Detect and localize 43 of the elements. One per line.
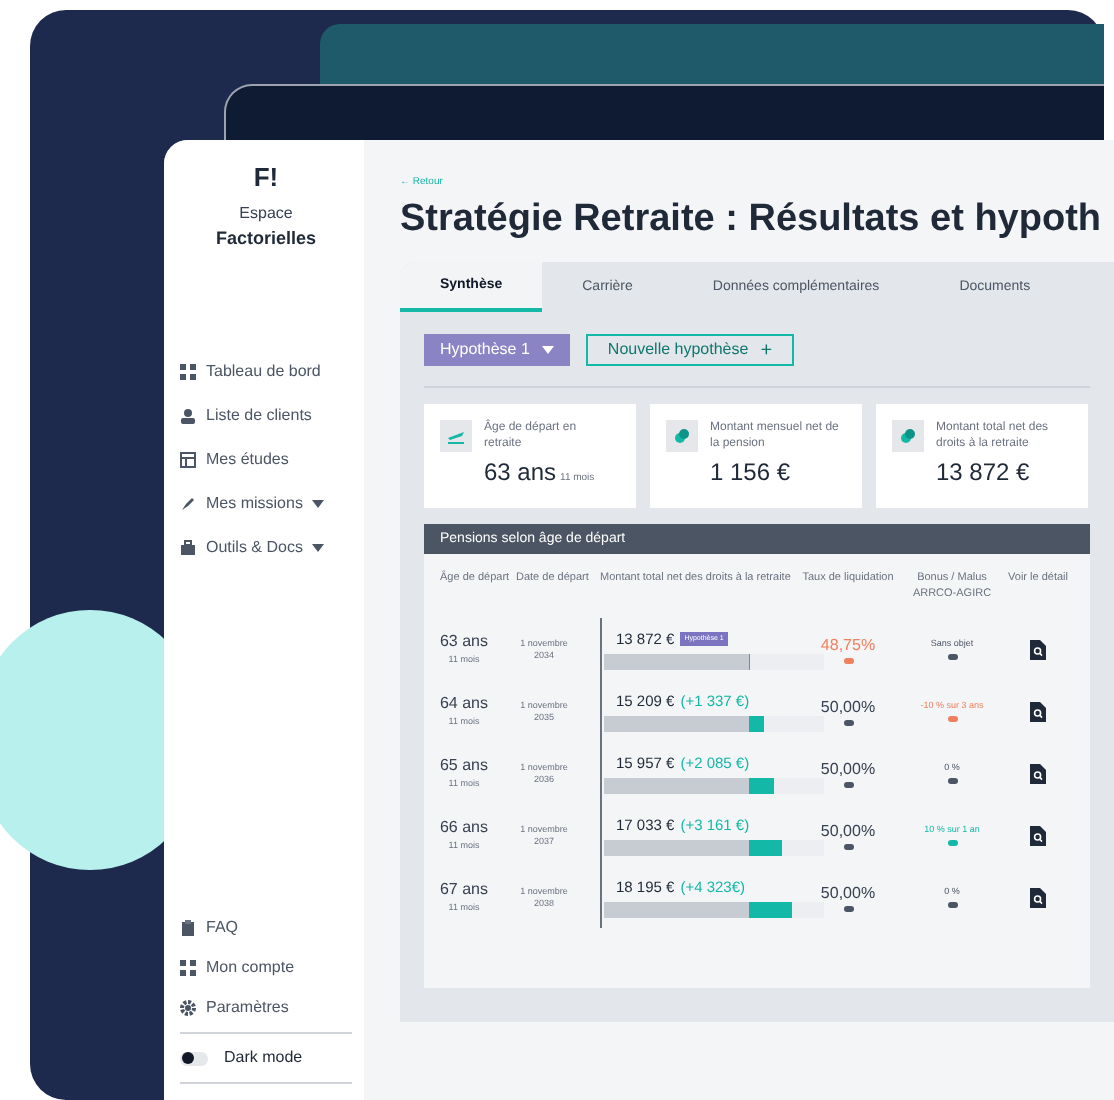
table-icon bbox=[180, 451, 196, 467]
sidebar-item[interactable]: Paramètres bbox=[180, 996, 352, 1020]
users-icon bbox=[180, 407, 196, 423]
grid-icon bbox=[180, 363, 196, 379]
age-cell: 66 ans bbox=[439, 816, 489, 841]
sidebar-item[interactable]: Liste de clients bbox=[180, 403, 352, 427]
card-value: 63 ans bbox=[484, 456, 557, 491]
card-value: 1 156 € bbox=[710, 456, 791, 491]
rate-cell: 50,00% bbox=[820, 758, 876, 783]
document-search-icon[interactable] bbox=[1030, 639, 1046, 660]
rate-cell: 50,00% bbox=[820, 820, 876, 845]
rate-cell: 48,75% bbox=[820, 634, 876, 659]
document-search-icon[interactable] bbox=[1030, 763, 1046, 784]
sidebar-item[interactable]: Tableau de bord bbox=[180, 359, 352, 383]
age-cell: 67 ans bbox=[439, 878, 489, 903]
sidebar-item[interactable]: Mon compte bbox=[180, 956, 352, 980]
document-search-icon[interactable] bbox=[1030, 887, 1046, 908]
clipboard-icon bbox=[180, 920, 196, 936]
new-hypothesis-button[interactable]: Nouvelle hypothèse + bbox=[585, 334, 795, 367]
document-search-icon[interactable] bbox=[1030, 701, 1046, 722]
document-search-icon[interactable] bbox=[1030, 825, 1046, 846]
space-label: Espace bbox=[239, 202, 293, 226]
settings-icon bbox=[180, 1000, 196, 1016]
caret-icon bbox=[541, 346, 554, 355]
grid-icon bbox=[180, 960, 196, 976]
sidebar-item[interactable]: Mes missions bbox=[180, 491, 352, 515]
page-title: Stratégie Retraite : Résultats et hypoth bbox=[400, 195, 1104, 243]
sidebar-item[interactable]: Outils & Docs bbox=[180, 535, 352, 559]
logo: F! bbox=[253, 164, 279, 190]
rate-cell: 50,00% bbox=[820, 696, 876, 721]
space-name: Factorielles bbox=[215, 226, 317, 252]
age-cell: 63 ans bbox=[439, 630, 489, 655]
rate-cell: 50,00% bbox=[820, 882, 876, 907]
sidebar-item[interactable]: FAQ bbox=[180, 916, 352, 940]
dark-mode-toggle[interactable] bbox=[180, 1051, 208, 1065]
dark-mode-label: Dark mode bbox=[224, 1046, 303, 1070]
age-cell: 64 ans bbox=[439, 692, 489, 717]
sidebar-item[interactable]: Mes études bbox=[180, 447, 352, 471]
coins-icon bbox=[900, 428, 916, 445]
age-cell: 65 ans bbox=[439, 754, 489, 779]
briefcase-icon bbox=[180, 539, 196, 555]
card-value: 13 872 € bbox=[936, 456, 1030, 491]
coins-icon bbox=[674, 428, 690, 445]
